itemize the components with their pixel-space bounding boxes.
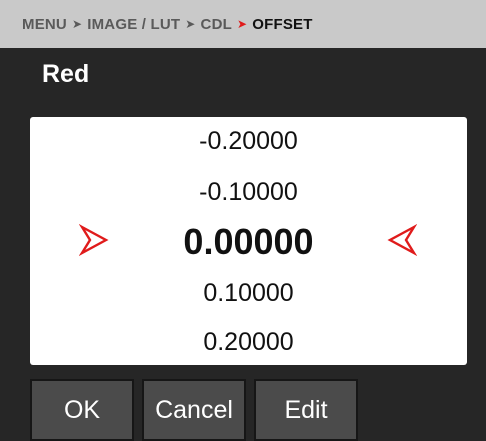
breadcrumb-separator-icon: ➤ [185,17,196,31]
picker-value[interactable]: -0.20000 [30,127,467,156]
page-title: Red [42,60,90,88]
picker-value[interactable]: 0.10000 [30,279,467,308]
breadcrumb-item-menu[interactable]: MENU [22,16,67,33]
picker-value[interactable]: -0.10000 [30,178,467,207]
breadcrumb-item-offset: OFFSET [252,15,313,33]
breadcrumb-separator-icon: ➤ [71,17,83,31]
value-picker[interactable]: -0.20000 -0.10000 0.00000 0.10000 0.2000… [30,117,467,365]
picker-value[interactable]: 0.20000 [30,328,467,357]
selection-arrow-right-icon [79,224,109,256]
selection-arrow-left-icon [387,224,417,256]
cancel-button[interactable]: Cancel [142,379,246,441]
breadcrumb-item-cdl[interactable]: CDL [201,16,232,33]
breadcrumb-separator-active-icon: ➤ [236,17,248,31]
breadcrumb: MENU ➤ IMAGE / LUT ➤ CDL ➤ OFFSET [0,0,486,48]
breadcrumb-item-image-lut[interactable]: IMAGE / LUT [87,16,180,33]
ok-button[interactable]: OK [30,379,134,441]
edit-button[interactable]: Edit [254,379,358,441]
offset-screen: MENU ➤ IMAGE / LUT ➤ CDL ➤ OFFSET Red -0… [0,0,486,441]
